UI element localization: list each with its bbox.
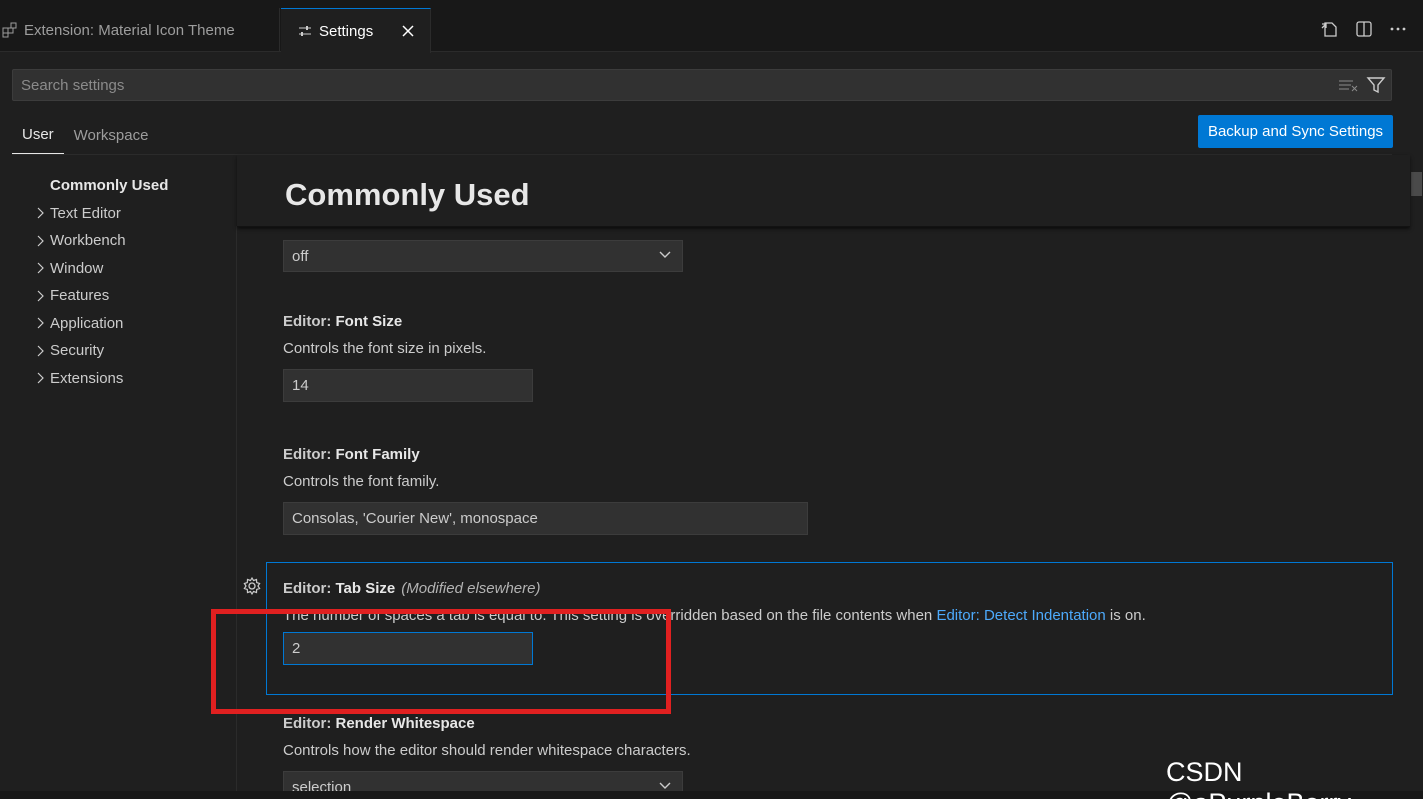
chevron-right-icon bbox=[30, 207, 50, 219]
setting-category: Editor: bbox=[283, 313, 336, 330]
toc-label: Window bbox=[50, 259, 104, 277]
tab-settings[interactable]: Settings bbox=[281, 8, 431, 53]
watermark: CSDN @aPurpleBerry bbox=[1166, 757, 1351, 799]
filter-icon[interactable] bbox=[1365, 74, 1387, 100]
backup-and-sync-settings-button[interactable]: Backup and Sync Settings bbox=[1198, 115, 1393, 148]
chevron-right-icon bbox=[30, 372, 50, 384]
toc-label: Features bbox=[50, 287, 110, 305]
scrollbar-thumb[interactable] bbox=[1411, 172, 1422, 196]
setting-name: Render Whitespace bbox=[335, 715, 475, 732]
setting-truncated-dropdown: off bbox=[283, 240, 683, 272]
split-editor-icon[interactable] bbox=[1353, 18, 1375, 40]
font-size-input[interactable] bbox=[283, 369, 533, 402]
tab-label: Extension: Material Icon Theme bbox=[24, 21, 235, 39]
setting-title: Editor: Font Family bbox=[283, 446, 808, 463]
setting-name: Font Size bbox=[335, 313, 403, 330]
chevron-down-icon bbox=[658, 248, 672, 266]
settings-table-of-contents: Commonly Used Text Editor Workbench Wind… bbox=[0, 172, 236, 392]
setting-title: Editor: Render Whitespace bbox=[283, 715, 691, 732]
toc-item-workbench[interactable]: Workbench bbox=[0, 227, 236, 255]
toc-label: Security bbox=[50, 342, 105, 360]
scrollbar[interactable] bbox=[1410, 155, 1423, 799]
setting-font-family: Editor: Font Family Controls the font fa… bbox=[283, 446, 808, 535]
toc-item-features[interactable]: Features bbox=[0, 282, 236, 310]
tab-user[interactable]: User bbox=[12, 116, 64, 154]
settings-content-header: Commonly Used bbox=[237, 155, 1410, 227]
chevron-right-icon bbox=[30, 317, 50, 329]
page-title: Commonly Used bbox=[285, 177, 530, 212]
toc-item-application[interactable]: Application bbox=[0, 310, 236, 338]
setting-title: Editor: Tab Size (Modified elsewhere) bbox=[283, 580, 1146, 597]
toc-label: Text Editor bbox=[50, 204, 121, 222]
editor-actions bbox=[1319, 18, 1409, 40]
setting-font-size: Editor: Font Size Controls the font size… bbox=[283, 313, 533, 402]
tab-extension-material-icon-theme[interactable]: Extension: Material Icon Theme bbox=[0, 8, 280, 52]
setting-category: Editor: bbox=[283, 715, 336, 732]
toc-item-extensions[interactable]: Extensions bbox=[0, 365, 236, 393]
tab-workspace[interactable]: Workspace bbox=[64, 116, 159, 154]
toc-item-commonly-used[interactable]: Commonly Used bbox=[0, 172, 236, 200]
settings-scope-tabs: User Workspace bbox=[12, 116, 158, 154]
red-annotation-box bbox=[211, 609, 671, 714]
extensions-icon bbox=[0, 20, 20, 40]
open-settings-json-icon[interactable] bbox=[1319, 18, 1341, 40]
toc-item-text-editor[interactable]: Text Editor bbox=[0, 200, 236, 228]
detect-indentation-link[interactable]: Editor: Detect Indentation bbox=[936, 607, 1105, 624]
search-input[interactable] bbox=[13, 76, 1313, 94]
clear-filter-icon[interactable] bbox=[1337, 74, 1359, 100]
setting-name: Font Family bbox=[335, 446, 420, 463]
chevron-right-icon bbox=[30, 262, 50, 274]
tab-label: Settings bbox=[319, 22, 374, 40]
gear-icon[interactable] bbox=[242, 576, 262, 596]
search-actions bbox=[1337, 74, 1387, 100]
setting-description: Controls the font family. bbox=[283, 473, 440, 490]
more-actions-icon[interactable] bbox=[1387, 18, 1409, 40]
dropdown-value: off bbox=[292, 247, 309, 265]
window-top-strip bbox=[0, 0, 1423, 8]
toc-item-security[interactable]: Security bbox=[0, 337, 236, 365]
setting-description: Controls how the editor should render wh… bbox=[283, 742, 691, 759]
setting-category: Editor: bbox=[283, 580, 336, 597]
toc-label: Extensions bbox=[50, 369, 124, 387]
setting-category: Editor: bbox=[283, 446, 336, 463]
chevron-right-icon bbox=[30, 290, 50, 302]
editor-tab-bar: Extension: Material Icon Theme Settings bbox=[0, 8, 1423, 53]
setting-render-whitespace: Editor: Render Whitespace Controls how t… bbox=[283, 715, 691, 799]
search-settings-bar bbox=[12, 69, 1392, 101]
font-family-input[interactable] bbox=[283, 502, 808, 535]
setting-description: Controls the font size in pixels. bbox=[283, 340, 487, 357]
close-icon[interactable] bbox=[398, 21, 418, 41]
setting-title: Editor: Font Size bbox=[283, 313, 533, 330]
toc-label: Workbench bbox=[50, 232, 126, 250]
toc-item-window[interactable]: Window bbox=[0, 255, 236, 283]
modified-elsewhere-indicator[interactable]: (Modified elsewhere) bbox=[401, 580, 540, 597]
setting-name: Tab Size bbox=[335, 580, 396, 597]
settings-sliders-icon bbox=[295, 21, 315, 41]
chevron-right-icon bbox=[30, 235, 50, 247]
setting-dropdown[interactable]: off bbox=[283, 240, 683, 272]
toc-label: Application bbox=[50, 314, 124, 332]
chevron-right-icon bbox=[30, 345, 50, 357]
description-text: is on. bbox=[1105, 607, 1146, 624]
